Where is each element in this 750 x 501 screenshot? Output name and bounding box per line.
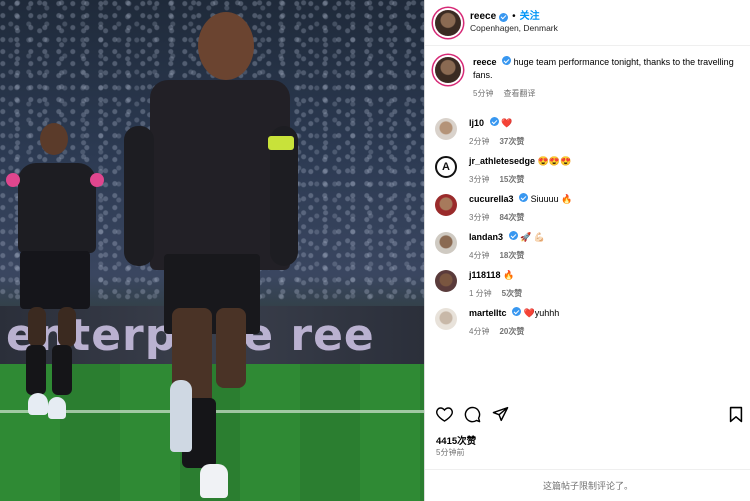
comment-likes[interactable]: 20次赞 (499, 326, 524, 337)
comment-timestamp[interactable]: 2分钟 (469, 136, 489, 147)
caption-text: huge team performance tonight, thanks to… (473, 57, 734, 81)
caption-author-avatar[interactable] (435, 57, 461, 83)
post-location[interactable]: Copenhagen, Denmark (470, 23, 558, 34)
verified-badge-icon (519, 193, 529, 203)
commenter-avatar[interactable] (435, 270, 457, 293)
comment-row: martelltc ❤️yuhhh 4分钟 20次赞 (435, 307, 740, 337)
verified-badge-icon (512, 307, 522, 317)
verified-badge-icon (502, 56, 512, 65)
commenter-username[interactable]: lj10 (469, 118, 484, 128)
post-details-panel: reece • 关注 Copenhagen, Denmark reece hug… (424, 0, 750, 501)
post-photo: enterprise ree (0, 0, 424, 501)
commenter-username[interactable]: j118118 (469, 270, 501, 280)
commenter-avatar[interactable] (435, 194, 457, 217)
background-player (0, 115, 110, 425)
commenter-avatar[interactable]: A (435, 156, 457, 179)
comment-timestamp[interactable]: 4分钟 (469, 250, 489, 261)
main-player (120, 8, 310, 501)
comment-timestamp[interactable]: 3分钟 (469, 174, 489, 185)
share-icon[interactable] (491, 405, 509, 423)
caption-row: reece huge team performance tonight, tha… (435, 56, 740, 99)
heart-icon[interactable] (435, 405, 453, 423)
comments-limited-notice: 这篇帖子限制评论了。 (425, 469, 750, 501)
see-translation-link[interactable]: 查看翻译 (503, 88, 535, 99)
comment-row: j118118 🔥 1 分钟 5次赞 (435, 269, 740, 299)
verified-badge-icon (508, 231, 518, 241)
comment-likes[interactable]: 84次赞 (499, 212, 524, 223)
comment-text: Siuuuu 🔥 (530, 194, 573, 205)
comment-text: ❤️ (501, 118, 513, 129)
comment-likes[interactable]: 37次赞 (499, 136, 524, 147)
comment-row: A jr_athletesedge 😍😍😍 3分钟 15次赞 (435, 155, 740, 185)
comment-likes[interactable]: 18次赞 (499, 250, 524, 261)
post-timestamp[interactable]: 5分钟前 (436, 447, 464, 458)
commenter-avatar[interactable] (435, 232, 457, 255)
caption-author-username[interactable]: reece (473, 57, 497, 67)
comment-text: 🔥 (503, 270, 515, 281)
comment-icon[interactable] (463, 405, 481, 423)
comment-likes[interactable]: 5次赞 (502, 288, 522, 299)
author-username[interactable]: reece (470, 11, 496, 24)
likes-count[interactable]: 4415次赞 (436, 433, 476, 447)
athletesedge-logo-icon: A (442, 161, 450, 174)
caption-timestamp[interactable]: 5分钟 (473, 88, 493, 99)
comment-text: 🚀 💪🏻 (520, 232, 545, 243)
action-bar (435, 404, 745, 424)
commenter-username[interactable]: martelltc (469, 308, 507, 318)
comments-list: reece huge team performance tonight, tha… (425, 46, 750, 337)
commenter-username[interactable]: jr_athletesedge (469, 156, 535, 166)
verified-badge-icon (489, 117, 499, 127)
comment-row: lj10 ❤️ 2分钟 37次赞 (435, 117, 740, 147)
comment-timestamp[interactable]: 1 分钟 (469, 288, 492, 299)
comment-row: landan3 🚀 💪🏻 4分钟 18次赞 (435, 231, 740, 261)
commenter-username[interactable]: cucurella3 (469, 194, 514, 204)
comment-text: ❤️yuhhh (523, 308, 560, 319)
comment-row: cucurella3 Siuuuu 🔥 3分钟 84次赞 (435, 193, 740, 223)
author-avatar[interactable] (435, 9, 461, 36)
commenter-username[interactable]: landan3 (469, 232, 503, 242)
author-info: reece • 关注 Copenhagen, Denmark (470, 11, 558, 34)
verified-badge-icon (499, 12, 509, 22)
bookmark-icon[interactable] (727, 405, 745, 423)
follow-button[interactable]: 关注 (520, 11, 540, 24)
comment-text: 😍😍😍 (537, 156, 572, 167)
post-header: reece • 关注 Copenhagen, Denmark (425, 0, 750, 46)
commenter-avatar[interactable] (435, 308, 457, 331)
commenter-avatar[interactable] (435, 118, 457, 141)
comment-likes[interactable]: 15次赞 (499, 174, 524, 185)
comment-timestamp[interactable]: 4分钟 (469, 326, 489, 337)
comment-timestamp[interactable]: 3分钟 (469, 212, 489, 223)
separator-dot: • (512, 10, 516, 22)
